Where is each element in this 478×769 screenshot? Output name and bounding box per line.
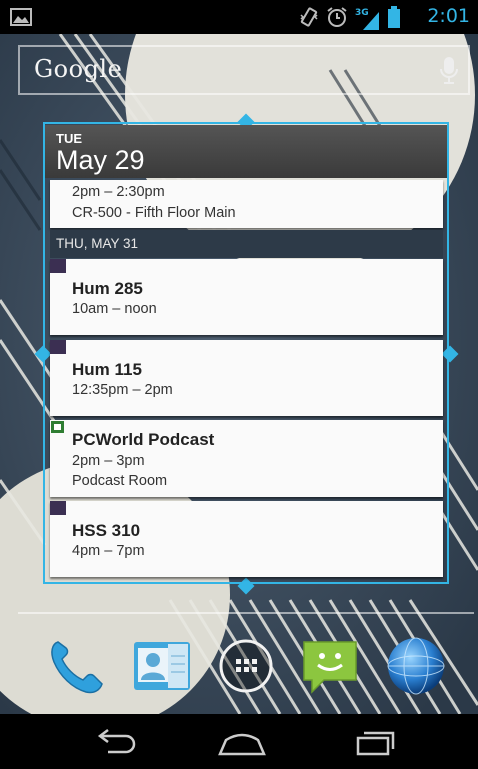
home-icon[interactable] [212,722,272,762]
picture-notification-icon[interactable] [10,8,32,26]
clock: 2:01 [427,5,470,27]
microphone-icon[interactable] [440,56,458,91]
header-day-of-week: TUE [56,131,82,146]
event-card[interactable]: 2pm – 2:30pm CR-500 - Fifth Floor Main [50,180,443,228]
navigation-bar [0,714,478,769]
recent-apps-icon[interactable] [346,722,406,762]
event-card[interactable]: PCWorld Podcast 2pm – 3pm Podcast Room [50,420,443,497]
phone-icon[interactable] [44,634,108,698]
calendar-color-chip [50,340,66,354]
event-time: 10am – noon [72,301,157,317]
day-divider: THU, MAY 31 [50,230,443,258]
event-card[interactable]: Hum 285 10am – noon [50,259,443,335]
event-time: 4pm – 7pm [72,543,145,559]
event-time: 12:35pm – 2pm [72,382,173,398]
google-search-bar[interactable]: Google [18,45,470,95]
contacts-icon[interactable] [130,634,194,698]
event-location: Podcast Room [72,473,168,489]
event-location: CR-500 - Fifth Floor Main [72,205,236,221]
battery-icon [388,6,400,32]
status-bar: 3G 2:01 [0,0,478,34]
signal-icon: 3G [355,8,381,30]
event-title: PCWorld Podcast [72,430,215,449]
event-title: Hum 115 [72,360,142,379]
event-time: 2pm – 2:30pm [72,184,165,200]
dock-divider [18,612,474,614]
google-logo[interactable]: Google [34,55,122,83]
calendar-color-chip [51,421,64,433]
vibrate-icon [299,7,319,31]
event-title: Hum 285 [72,279,143,298]
event-card[interactable]: HSS 310 4pm – 7pm [50,501,443,577]
event-time: 2pm – 3pm [72,453,145,469]
app-drawer-icon[interactable] [214,634,278,698]
calendar-header[interactable]: TUE May 29 [45,125,447,178]
messaging-icon[interactable] [298,634,362,698]
calendar-color-chip [50,501,66,515]
day-divider-label: THU, MAY 31 [56,236,139,251]
event-title: HSS 310 [72,521,141,540]
event-card[interactable]: Hum 115 12:35pm – 2pm [50,340,443,416]
header-date: May 29 [56,145,145,175]
calendar-color-chip [50,259,66,273]
alarm-icon [326,6,348,32]
browser-icon[interactable] [384,634,448,698]
back-icon[interactable] [86,722,146,762]
